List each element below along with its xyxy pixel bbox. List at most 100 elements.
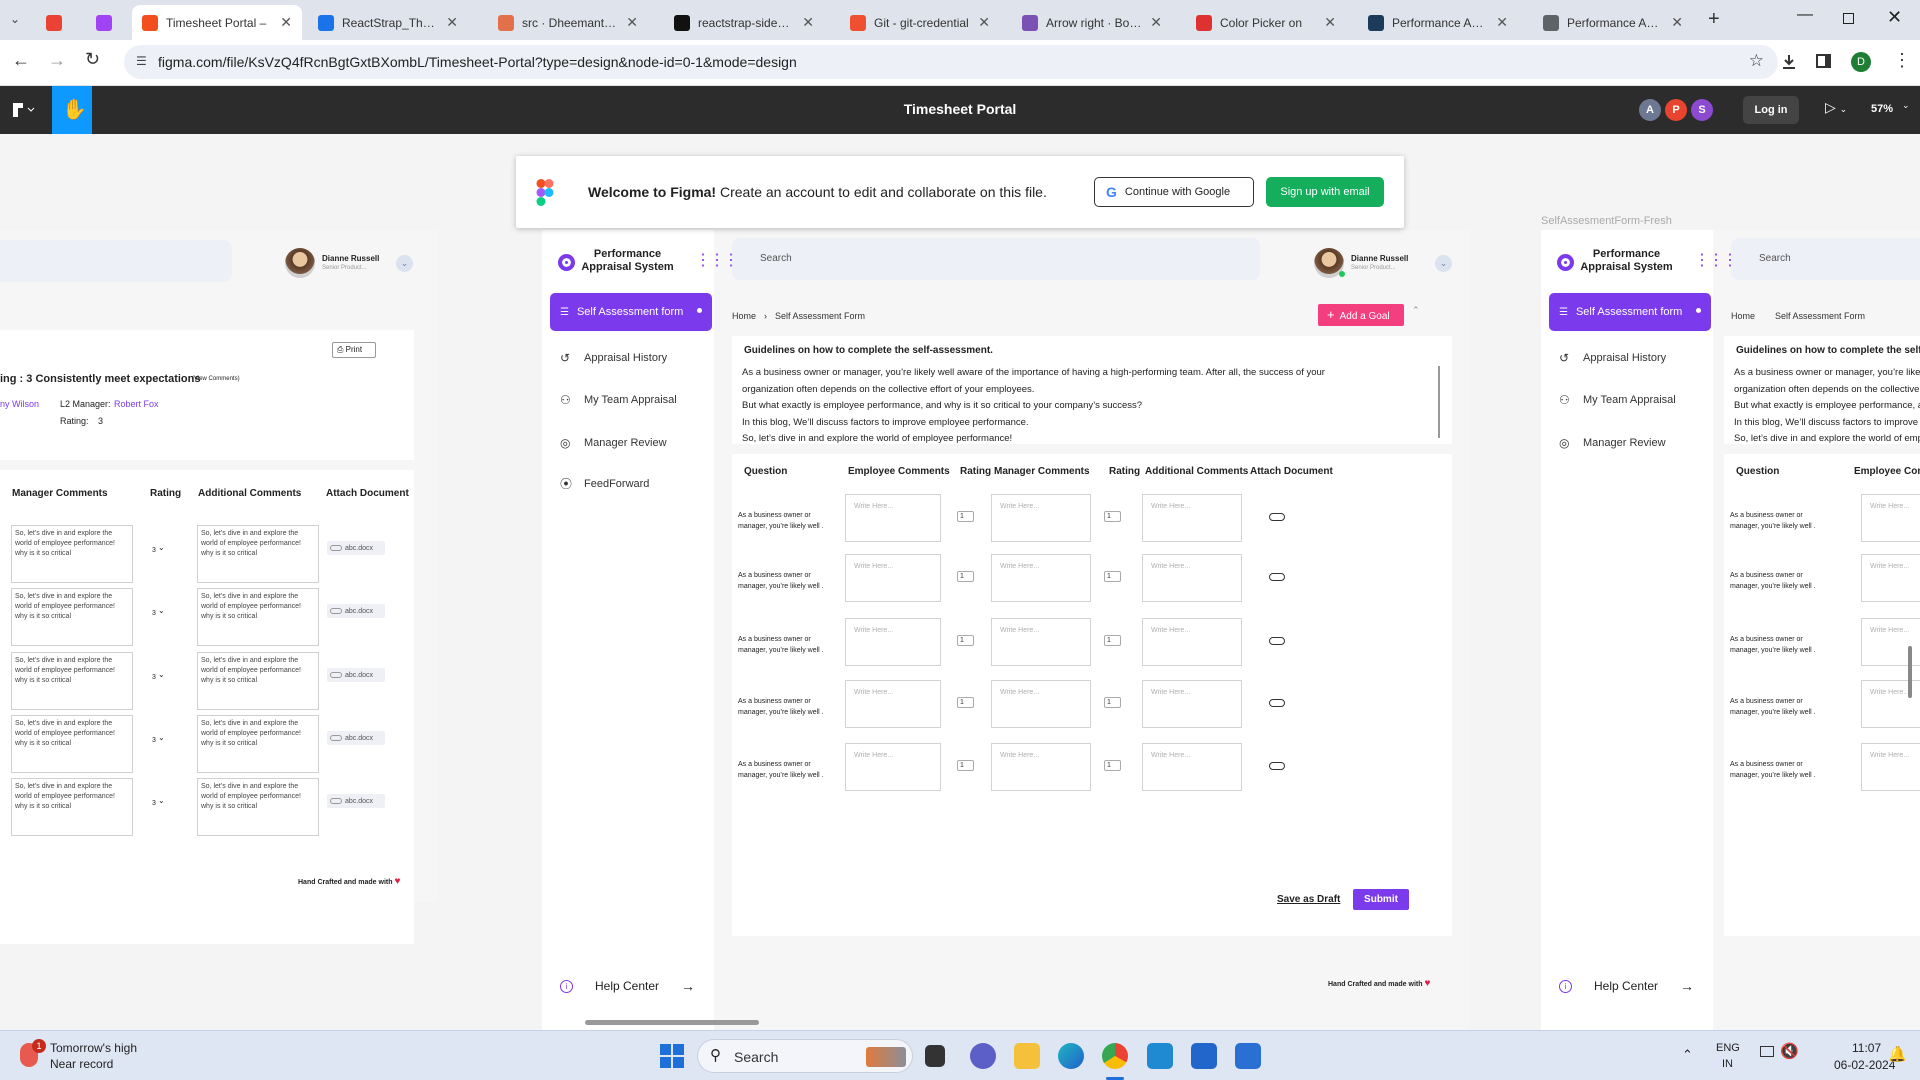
additional-comment-field[interactable]: Write Here... — [1142, 494, 1242, 542]
guidelines-scrollbar[interactable] — [1438, 366, 1440, 438]
network-icon[interactable] — [1760, 1046, 1774, 1057]
tab-close-icon[interactable]: ✕ — [626, 14, 638, 31]
edge-browser-icon[interactable] — [1058, 1043, 1084, 1069]
manager-comment-field[interactable]: Write Here... — [991, 743, 1091, 791]
address-bar[interactable]: ☰ figma.com/file/KsVzQ4fRcnBgtGxtBXombL/… — [124, 45, 1778, 79]
add-goal-button[interactable]: + Add a Goal — [1318, 304, 1404, 326]
browser-tab[interactable]: Performance Appra ✕ — [1358, 5, 1518, 40]
clock-time[interactable]: 11:07 — [1852, 1041, 1881, 1055]
tab-close-icon[interactable]: ✕ — [1496, 14, 1508, 31]
additional-comment-field[interactable]: Write Here... — [1142, 680, 1242, 728]
collapse-chevron-icon[interactable]: ⌃ — [1412, 305, 1420, 316]
minimize-window-icon[interactable]: — — [1797, 6, 1813, 24]
breadcrumb-home[interactable]: Home — [732, 311, 756, 321]
tab-close-icon[interactable]: ✕ — [446, 14, 458, 31]
browser-menu-icon[interactable]: ⋮ — [1893, 50, 1911, 71]
notification-bell-icon[interactable]: 🔔 — [1888, 1045, 1907, 1063]
meet-app-icon[interactable] — [970, 1043, 996, 1069]
system-tray-chevron-icon[interactable]: ⌃ — [1682, 1047, 1693, 1063]
manager-rating-select[interactable]: 1 — [1104, 571, 1121, 582]
language-line-1[interactable]: ENG — [1716, 1042, 1740, 1054]
microsoft-store-icon[interactable] — [1191, 1043, 1217, 1069]
zoom-level[interactable]: 57% — [1871, 103, 1893, 115]
sidebar-item-self-assessment[interactable]: ☰ Self Assessment form — [1549, 293, 1711, 331]
frame-label[interactable]: SelfAssesmentForm-Fresh — [1541, 215, 1672, 227]
attach-paperclip-icon[interactable] — [1269, 513, 1285, 521]
tab-close-icon[interactable]: ✕ — [802, 14, 814, 31]
login-button[interactable]: Log in — [1743, 96, 1799, 124]
tab-close-icon[interactable]: ✕ — [978, 14, 990, 31]
language-line-2[interactable]: IN — [1722, 1058, 1733, 1070]
tab-search-chevron-icon[interactable]: ⌄ — [10, 12, 20, 26]
sidebar-item[interactable]: ↺ Appraisal History — [1559, 351, 1666, 365]
manager-comment-field[interactable]: Write Here... — [991, 494, 1091, 542]
profile-dropdown-icon[interactable]: ⌄ — [396, 255, 413, 272]
browser-tab[interactable]: Git - git-credential ✕ — [840, 5, 1000, 40]
breadcrumb-home[interactable]: Home — [1731, 311, 1755, 321]
vscode-icon[interactable] — [1147, 1043, 1173, 1069]
search-input[interactable]: Search — [760, 253, 792, 264]
canvas-scrollbar-thumb[interactable] — [1908, 646, 1912, 698]
sidebar-item-self-assessment[interactable]: ☰ Self Assessment form — [550, 293, 712, 331]
attach-paperclip-icon[interactable] — [1269, 637, 1285, 645]
download-icon[interactable] — [1780, 53, 1798, 71]
sidebar-item[interactable]: ⚇ My Team Appraisal — [1559, 393, 1676, 407]
attached-file[interactable]: abc.docx — [327, 541, 385, 555]
save-draft-button[interactable]: Save as Draft — [1277, 894, 1340, 905]
manager-rating-select[interactable]: 1 — [1104, 511, 1121, 522]
employee-rating-select[interactable]: 1 — [957, 760, 974, 771]
employee-rating-select[interactable]: 1 — [957, 635, 974, 646]
tab-close-icon[interactable]: ✕ — [1150, 14, 1162, 31]
close-window-icon[interactable]: ✕ — [1887, 7, 1902, 28]
submit-button[interactable]: Submit — [1353, 889, 1409, 910]
employee-comment-field[interactable]: Write Here... — [845, 680, 941, 728]
new-tab-plus-icon[interactable]: + — [1708, 8, 1720, 31]
attach-paperclip-icon[interactable] — [1269, 762, 1285, 770]
employee-comment-field[interactable]: Write Here... — [1861, 743, 1920, 791]
sidebar-item[interactable]: ⚇ My Team Appraisal — [560, 393, 677, 407]
side-panel-icon[interactable] — [1816, 54, 1831, 68]
horizontal-scrollbar-thumb[interactable] — [585, 1020, 759, 1025]
restore-window-icon[interactable] — [1843, 13, 1854, 24]
figma-canvas[interactable]: Dianne Russell Senior Product... ⌄ ⎙ Pri… — [0, 134, 1920, 1030]
present-play-icon[interactable]: ▷ ⌄ — [1825, 99, 1847, 116]
zoom-chevron-icon[interactable]: ⌄ — [1902, 100, 1910, 111]
attached-file[interactable]: abc.docx — [327, 668, 385, 682]
browser-tab[interactable]: reactstrap-sidebar ✕ — [664, 5, 824, 40]
manager-rating-select[interactable]: 1 — [1104, 635, 1121, 646]
bookmark-star-icon[interactable]: ☆ — [1749, 51, 1764, 71]
notepad-app-icon[interactable] — [1235, 1043, 1261, 1069]
tab-close-icon[interactable]: ✕ — [280, 14, 292, 31]
browser-tab[interactable]: Performance Appra ✕ — [1533, 5, 1693, 40]
browser-tab[interactable]: ReactStrap_Theme ✕ — [308, 5, 468, 40]
collaborator-avatar[interactable]: S — [1691, 99, 1713, 121]
collaborator-avatar[interactable]: P — [1665, 99, 1687, 121]
volume-mute-icon[interactable]: 🔇 — [1780, 1042, 1799, 1060]
employee-rating-select[interactable]: 1 — [957, 571, 974, 582]
profile-dropdown-icon[interactable]: ⌄ — [1435, 255, 1452, 272]
help-center-link[interactable]: i Help Center → — [1559, 978, 1694, 994]
sidebar-item[interactable]: ◎ Manager Review — [1559, 436, 1666, 450]
manager-comment-field[interactable]: Write Here... — [991, 618, 1091, 666]
back-arrow-icon[interactable]: ← — [12, 50, 30, 71]
employee-rating-select[interactable]: 1 — [957, 697, 974, 708]
search-bar[interactable]: Search — [1731, 238, 1920, 280]
reload-icon[interactable]: ↻ — [85, 49, 100, 70]
attached-file[interactable]: abc.docx — [327, 794, 385, 808]
help-center-link[interactable]: i Help Center → — [560, 978, 695, 994]
search-bar[interactable]: Search — [732, 238, 1260, 280]
tab-close-icon[interactable]: ✕ — [1324, 14, 1336, 31]
manager-rating-select[interactable]: 1 — [1104, 697, 1121, 708]
browser-tab[interactable] — [86, 5, 112, 40]
additional-comment-field[interactable]: Write Here... — [1142, 554, 1242, 602]
browser-tab[interactable]: Color Picker on ✕ — [1186, 5, 1346, 40]
tab-close-icon[interactable]: ✕ — [1671, 14, 1683, 31]
employee-comment-field[interactable]: Write Here... — [845, 743, 941, 791]
clock-date[interactable]: 06-02-2024 — [1834, 1058, 1895, 1072]
sidebar-item[interactable]: ↺ Appraisal History — [560, 351, 667, 365]
forward-arrow-icon[interactable]: → — [48, 50, 66, 71]
manager-rating-select[interactable]: 1 — [1104, 760, 1121, 771]
file-explorer-icon[interactable] — [1014, 1043, 1040, 1069]
left-search-bar[interactable] — [0, 240, 232, 282]
employee-comment-field[interactable]: Write Here... — [845, 494, 941, 542]
